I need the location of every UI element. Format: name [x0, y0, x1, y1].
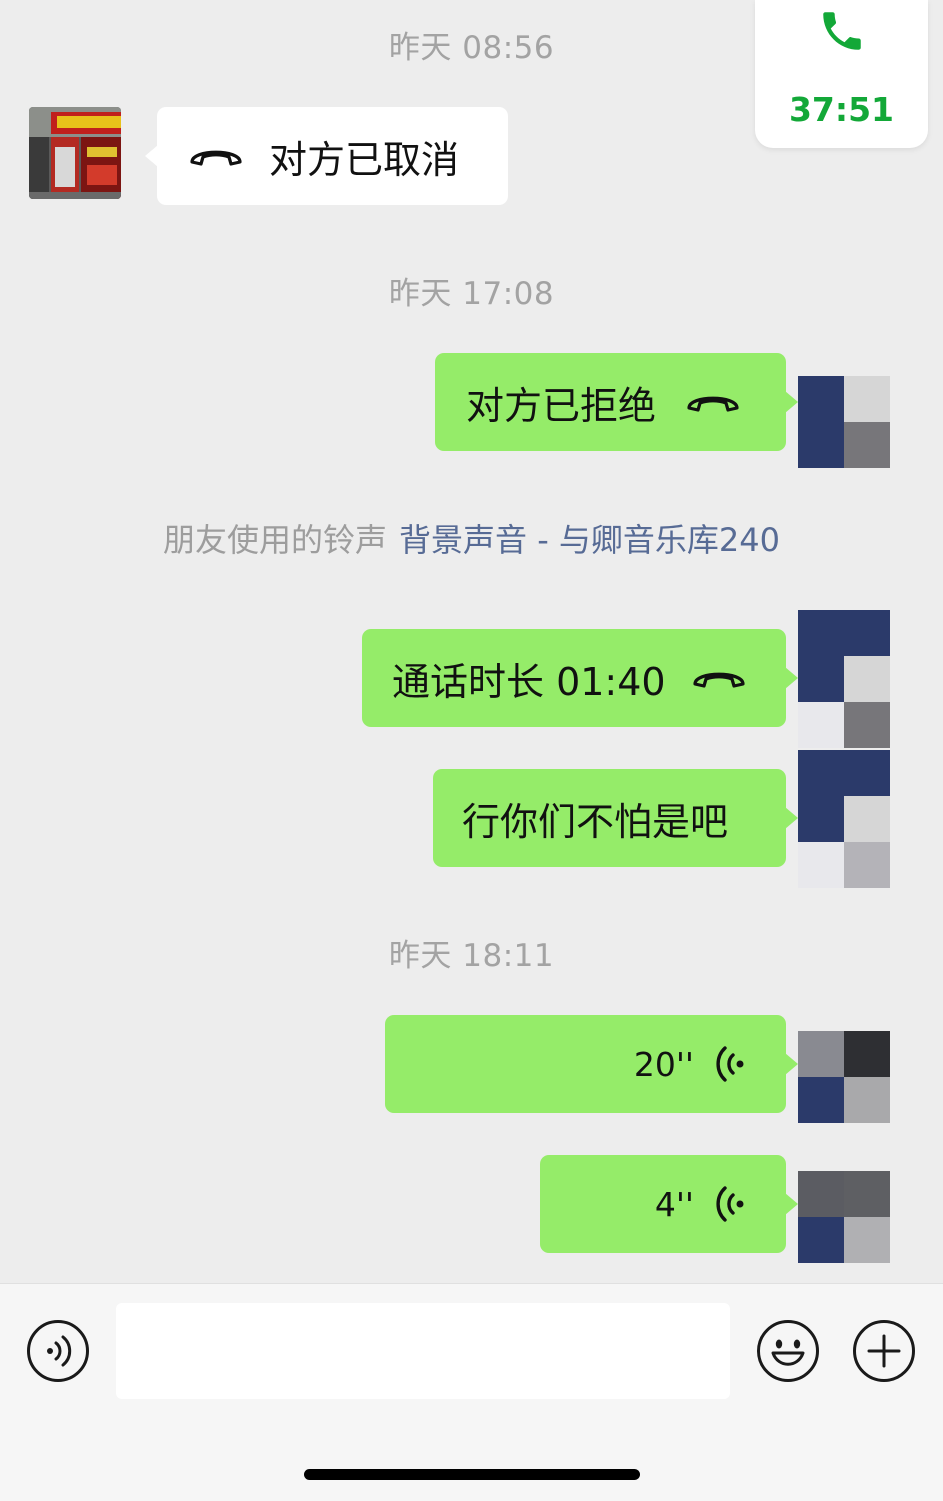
message-input[interactable]: [116, 1303, 730, 1399]
voice-wave-icon: [716, 1046, 744, 1082]
message-text: 对方已取消: [269, 137, 460, 182]
contact-avatar[interactable]: [29, 107, 121, 199]
hangup-icon: [692, 672, 745, 688]
home-indicator: [304, 1469, 640, 1480]
voice-duration: 4'': [654, 1184, 694, 1224]
voice-input-icon[interactable]: [26, 1319, 90, 1383]
timestamp: 昨天 18:11: [388, 938, 555, 974]
call-duration: 37:51: [788, 90, 895, 129]
hangup-icon: [687, 396, 739, 412]
timestamp: 昨天 08:56: [388, 30, 555, 66]
message-text: 行你们不怕是吧: [462, 799, 729, 844]
ringtone-label: 朋友使用的铃声: [163, 521, 388, 559]
emoji-icon[interactable]: [756, 1319, 820, 1383]
input-bar: [0, 1283, 943, 1501]
my-avatar[interactable]: [798, 750, 890, 888]
my-avatar[interactable]: [798, 1171, 890, 1263]
message-call-cancelled[interactable]: 对方已取消: [145, 107, 508, 205]
plus-icon[interactable]: [852, 1319, 916, 1383]
ringtone-notice: 朋友使用的铃声 背景声音 - 与卿音乐库240: [0, 515, 943, 561]
message-text-bubble[interactable]: 行你们不怕是吧: [433, 769, 798, 867]
voice-duration: 20'': [633, 1044, 694, 1084]
voice-message[interactable]: 4'': [540, 1155, 798, 1253]
timestamp: 昨天 17:08: [388, 276, 555, 312]
hangup-icon: [190, 150, 242, 166]
voice-wave-icon: [716, 1186, 744, 1222]
ringtone-song-link[interactable]: 背景声音 - 与卿音乐库240: [399, 521, 780, 559]
message-text: 通话时长 01:40: [392, 659, 666, 704]
my-avatar[interactable]: [798, 1031, 890, 1123]
message-text: 对方已拒绝: [466, 383, 657, 428]
my-avatar[interactable]: [798, 610, 890, 748]
voice-message[interactable]: 20'': [385, 1015, 798, 1113]
my-avatar[interactable]: [798, 376, 890, 468]
message-call-rejected[interactable]: 对方已拒绝: [435, 353, 798, 451]
message-call-duration[interactable]: 通话时长 01:40: [362, 629, 798, 727]
